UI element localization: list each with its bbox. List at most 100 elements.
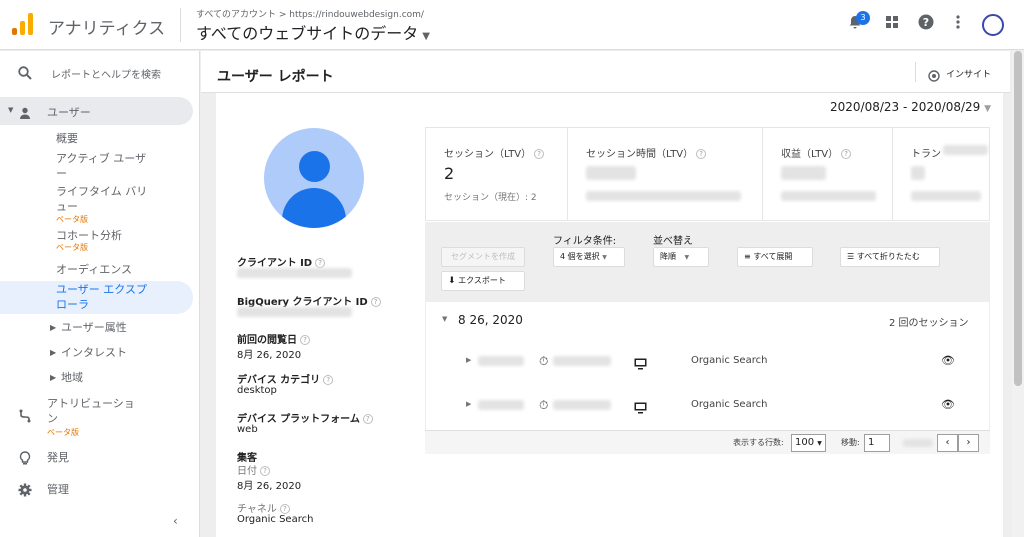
rows-label: 表示する行数:: [733, 438, 784, 447]
day-session-count: 2 回のセッション: [889, 318, 969, 329]
metric-card: 収益（LTV）?: [763, 128, 893, 220]
collapse-all-button[interactable]: ☰ すべて折りたたむ: [840, 247, 940, 267]
app-title: アナリティクス: [48, 19, 166, 39]
help-icon[interactable]: ?: [260, 466, 270, 476]
sidebar-item-label: ユーザー: [47, 106, 91, 119]
help-icon[interactable]: ?: [279, 504, 290, 514]
page-scrollbar[interactable]: [1012, 51, 1024, 537]
insights-button[interactable]: インサイト: [946, 67, 991, 80]
label-text: 収益（LTV）: [781, 149, 839, 160]
help-icon[interactable]: ?: [300, 335, 310, 345]
sort-select[interactable]: 降順 ▼: [653, 247, 709, 267]
sidebar-item-demographics[interactable]: ユーザー属性: [61, 320, 127, 335]
analytics-logo[interactable]: [12, 13, 34, 35]
help-icon[interactable]: ?: [362, 414, 373, 424]
chevron-right-icon: ›: [966, 437, 971, 448]
metric-cards: セッション（LTV）? 2 セッション（現在）: 2 セッション時間（LTV）?…: [425, 127, 990, 221]
gear-icon: [18, 482, 32, 501]
metric-card: セッション（LTV）? 2 セッション（現在）: 2: [426, 128, 568, 220]
label-text: セッション時間（LTV）: [586, 149, 694, 160]
chevron-left-icon: ‹: [945, 437, 950, 448]
sidebar-item-user-explorer[interactable]: ユーザー エクスプローラ: [56, 282, 156, 312]
help-icon[interactable]: ?: [841, 149, 852, 159]
prev-page-button[interactable]: ‹: [937, 434, 958, 452]
sidebar-item-lifetime-value[interactable]: ライフタイム バリュー: [56, 184, 156, 214]
insights-icon: [928, 67, 940, 86]
sidebar-item-attribution[interactable]: アトリビューション: [47, 396, 142, 426]
scrollbar-thumb[interactable]: [1014, 51, 1022, 386]
next-page-button[interactable]: ›: [958, 434, 979, 452]
report-header: ユーザー レポート インサイト: [201, 51, 1010, 93]
sidebar-item-discover[interactable]: 発見: [47, 450, 69, 465]
date-value: 8月 26, 2020: [237, 481, 302, 492]
chevron-down-icon: ▼: [817, 440, 822, 447]
expand-all-label: すべて展開: [753, 252, 793, 261]
filter-select[interactable]: 4 個を選択 ▼: [553, 247, 625, 267]
channel-label: チャネル?: [237, 500, 290, 515]
chevron-down-icon: ▼: [684, 254, 690, 261]
session-row[interactable]: ▶ ⏱ Organic Search 👁: [426, 342, 991, 386]
sidebar-item-admin[interactable]: 管理: [47, 482, 69, 497]
create-segment-button[interactable]: セグメントを作成: [441, 247, 525, 267]
apps-grid-icon[interactable]: [882, 14, 902, 34]
metric-value-redacted: [586, 166, 636, 180]
sidebar-item-audience[interactable]: オーディエンス: [56, 262, 132, 277]
caret-right-icon: ▶: [466, 356, 472, 364]
metric-sub: セッション（現在）: 2: [444, 193, 537, 203]
expand-all-button[interactable]: ≡ すべて展開: [737, 247, 813, 267]
property-selector[interactable]: すべてのウェブサイトのデータ ▼: [196, 20, 430, 44]
device-platform-value: web: [237, 424, 258, 435]
eye-icon[interactable]: 👁: [941, 398, 955, 411]
goto-input[interactable]: 1: [864, 434, 890, 452]
eye-icon[interactable]: 👁: [941, 354, 955, 367]
label-text: セッション（LTV）: [444, 149, 532, 160]
day-group-header[interactable]: ▼ 8 26, 2020 2 回のセッション: [426, 302, 991, 342]
breadcrumb[interactable]: すべてのアカウント > https://rindouwebdesign.com/: [196, 7, 424, 20]
sidebar-item-interests[interactable]: インタレスト: [61, 345, 127, 360]
metric-value-redacted: [781, 166, 826, 180]
metric-label-redacted: [943, 145, 988, 155]
metric-label: トラン: [911, 149, 941, 160]
account-avatar[interactable]: [982, 14, 1004, 36]
beta-badge: ベータ版: [56, 215, 88, 224]
sidebar-item-active-users[interactable]: アクティブ ユーザー: [56, 151, 156, 181]
export-button[interactable]: ⬇ エクスポート: [441, 271, 525, 291]
timer-icon: ⏱: [539, 354, 549, 368]
sidebar-item-overview[interactable]: 概要: [56, 131, 78, 146]
caret-right-icon: ▶: [466, 400, 472, 408]
help-icon[interactable]: ?: [323, 375, 334, 385]
session-row[interactable]: ▶ ⏱ Organic Search 👁: [426, 386, 991, 430]
chevron-down-icon: ▼: [422, 31, 430, 42]
caret-right-icon: ▶: [50, 323, 57, 332]
help-icon[interactable]: ?: [534, 149, 545, 159]
filter-toolbar: セグメントを作成 ⬇ エクスポート フィルタ条件: 4 個を選択 ▼ 並べ替え …: [425, 222, 990, 301]
session-duration-redacted: [553, 356, 611, 366]
date-range-picker[interactable]: 2020/08/23 - 2020/08/29 ▼: [830, 100, 991, 114]
collapse-all-label: すべて折りたたむ: [856, 252, 920, 261]
sidebar: レポートとヘルプを検索 ▼ ユーザー 概要 アクティブ ユーザー ライフタイム …: [0, 51, 200, 537]
notification-badge: 3: [856, 11, 870, 25]
help-icon[interactable]: ?: [696, 149, 707, 159]
desktop-icon: [634, 355, 647, 374]
rows-select[interactable]: 100 ▼: [791, 434, 826, 452]
last-seen-label: 前回の閲覧日?: [237, 331, 310, 346]
caret-down-icon: ▼: [8, 106, 14, 114]
help-icon[interactable]: ?: [315, 258, 326, 268]
sidebar-item-users[interactable]: ▼ ユーザー: [0, 97, 193, 125]
sidebar-item-geo[interactable]: 地域: [61, 370, 83, 385]
metric-card: トラン: [893, 128, 989, 220]
search-icon[interactable]: [18, 65, 32, 80]
device-category-value: desktop: [237, 385, 277, 396]
bigquery-id-value-redacted: [237, 307, 352, 317]
session-source: Organic Search: [691, 355, 768, 366]
more-vert-icon[interactable]: [948, 14, 968, 34]
page-title: ユーザー レポート: [217, 69, 334, 85]
sidebar-item-cohort[interactable]: コホート分析: [56, 228, 122, 243]
help-icon[interactable]: ?: [370, 297, 381, 307]
page-range-redacted: [903, 439, 933, 447]
search-input[interactable]: レポートとヘルプを検索: [51, 66, 161, 81]
help-icon[interactable]: ?: [916, 14, 936, 34]
collapse-sidebar-icon[interactable]: ‹: [173, 514, 178, 528]
pagination: 表示する行数: 100 ▼ 移動: 1 ‹ ›: [425, 430, 990, 454]
caret-down-icon: ▼: [442, 315, 448, 323]
